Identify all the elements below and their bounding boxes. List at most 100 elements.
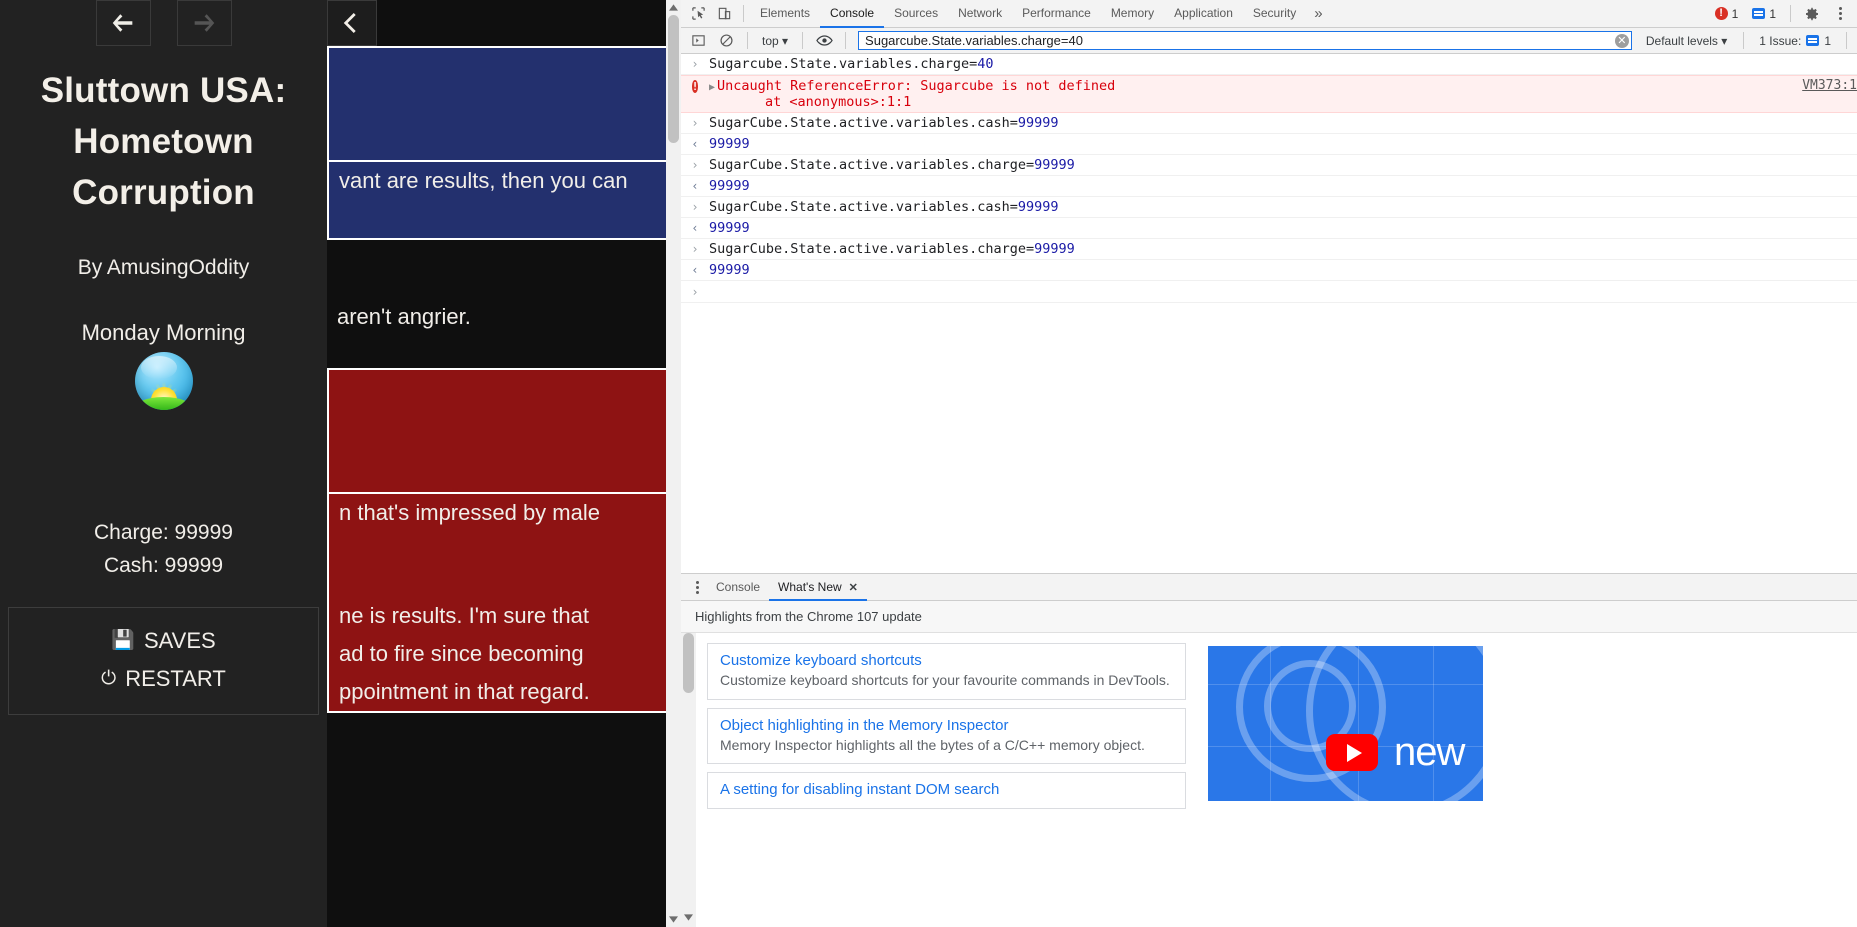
console-result-line[interactable]: ‹ 99999 [681, 134, 1857, 155]
passage-red-line-1: n that's impressed by male [339, 499, 600, 525]
devtools-tabbar: Elements Console Sources Network Perform… [681, 0, 1857, 28]
line-text: SugarCube.State.active.variables.charge=… [709, 241, 1075, 257]
passage-red-line-2: ne is results. I'm sure that [339, 603, 589, 629]
clear-console-icon[interactable] [713, 28, 739, 54]
video-thumb[interactable]: new [1208, 646, 1483, 801]
line-marker: › [691, 116, 699, 130]
drawer-scroll-down-arrow[interactable] [681, 910, 696, 925]
drawer-scrollbar-thumb[interactable] [683, 633, 694, 693]
error-counter[interactable]: ! 1 [1709, 5, 1745, 23]
console-filter-input[interactable] [865, 33, 1615, 48]
result-marker: ‹ [691, 221, 699, 235]
arrow-right-icon [194, 14, 215, 32]
tab-performance[interactable]: Performance [1012, 0, 1101, 28]
tab-console[interactable]: Console [820, 0, 884, 28]
scroll-down-arrow[interactable] [666, 912, 681, 927]
card-description: Memory Inspector highlights all the byte… [720, 736, 1145, 753]
toolbar-divider [743, 5, 744, 22]
devtools-drawer: Console What's New ✕ Highlights from the… [681, 573, 1857, 927]
inspect-element-icon[interactable] [685, 1, 711, 27]
console-result-line[interactable]: ‹ 99999 [681, 260, 1857, 281]
history-back-button[interactable] [95, 0, 151, 46]
line-text: Sugarcube.State.variables.charge=40 [709, 56, 994, 72]
tab-sources[interactable]: Sources [884, 0, 948, 28]
passage-red-box: n that's impressed by male ne is results… [327, 367, 681, 713]
whats-new-card[interactable]: Object highlighting in the Memory Inspec… [707, 707, 1186, 765]
time-of-day-icon-wrap [0, 352, 327, 415]
log-levels-selector[interactable]: Default levels ▾ [1638, 34, 1735, 48]
console-result-line[interactable]: ‹ 99999 [681, 218, 1857, 239]
story-title: Sluttown USA: Hometown Corruption [40, 71, 287, 212]
scrollbar-thumb[interactable] [668, 15, 679, 143]
page-scrollbar[interactable] [666, 0, 681, 927]
arrow-left-icon [112, 14, 133, 32]
console-line[interactable]: › SugarCube.State.active.variables.cash=… [681, 197, 1857, 218]
console-divider-4 [1743, 32, 1745, 49]
card-title[interactable]: Object highlighting in the Memory Inspec… [720, 715, 1173, 736]
error-text: ▶ Uncaught ReferenceError: Sugarcube is n… [709, 78, 1116, 110]
more-tabs-button[interactable]: » [1306, 5, 1330, 22]
scroll-up-arrow[interactable] [666, 0, 681, 15]
story-subtitle: Monday Morning [81, 320, 246, 346]
sidebar-toggle-button[interactable] [327, 0, 377, 46]
whats-new-card[interactable]: Customize keyboard shortcuts Customize k… [707, 643, 1186, 700]
drawer-tab-console[interactable]: Console [707, 574, 769, 601]
card-description: Customize keyboard shortcuts for your fa… [720, 672, 1170, 688]
tab-network[interactable]: Network [948, 0, 1012, 28]
sunrise-icon [134, 352, 193, 411]
error-gutter: ! [681, 78, 709, 94]
live-expression-icon[interactable] [811, 28, 837, 54]
message-icon [1752, 8, 1766, 19]
line-marker: › [691, 158, 699, 172]
line-text: SugarCube.State.active.variables.cash=99… [709, 115, 1059, 131]
card-title[interactable]: Customize keyboard shortcuts [720, 650, 1173, 671]
close-tab-icon[interactable]: ✕ [849, 581, 858, 594]
error-source-link[interactable]: VM373:1 [1802, 78, 1857, 93]
console-result-line[interactable]: ‹ 99999 [681, 176, 1857, 197]
video-caption: new [1394, 730, 1465, 774]
issues-button[interactable]: 1 Issue: 1 [1752, 31, 1838, 51]
device-toolbar-icon[interactable] [711, 1, 737, 27]
tab-security[interactable]: Security [1243, 0, 1306, 28]
execution-context-label: top [762, 33, 779, 48]
expand-triangle-icon[interactable]: ▶ [709, 82, 715, 93]
tab-application[interactable]: Application [1164, 0, 1243, 28]
drawer-more-icon[interactable] [687, 580, 707, 594]
drawer-tabbar: Console What's New ✕ [681, 574, 1857, 601]
console-line[interactable]: › SugarCube.State.active.variables.charg… [681, 155, 1857, 176]
stat-charge: Charge: 99999 [94, 521, 233, 545]
console-output[interactable]: › Sugarcube.State.variables.charge=40 ! … [681, 54, 1857, 573]
line-marker: › [691, 242, 699, 256]
whats-new-body: Customize keyboard shortcuts Customize k… [681, 633, 1857, 927]
youtube-play-icon[interactable] [1326, 734, 1378, 771]
kebab-dots-icon [1830, 7, 1850, 20]
tab-elements[interactable]: Elements [750, 0, 820, 28]
drawer-scrollbar[interactable] [681, 633, 696, 927]
whats-new-card[interactable]: A setting for disabling instant DOM sear… [707, 772, 1186, 810]
execution-context-selector[interactable]: top ▾ [756, 34, 794, 48]
tab-memory[interactable]: Memory [1101, 0, 1164, 28]
gear-icon[interactable] [1799, 1, 1825, 27]
console-line[interactable]: › SugarCube.State.active.variables.cash=… [681, 113, 1857, 134]
passage-plain-text: aren't angrier. [337, 303, 471, 329]
restart-button[interactable]: ⏻ RESTART [9, 660, 318, 698]
passage-blue-box: vant are results, then you can [327, 46, 681, 240]
console-line[interactable]: › SugarCube.State.active.variables.charg… [681, 239, 1857, 260]
console-sidebar-icon[interactable] [685, 28, 711, 54]
console-error-line[interactable]: ! ▶ Uncaught ReferenceError: Sugarcube is… [681, 75, 1857, 113]
line-value: 99999 [1034, 157, 1075, 173]
game-sidebar: Sluttown USA: Hometown Corruption By Amu… [0, 0, 327, 927]
console-filter-box[interactable]: ✕ [858, 31, 1632, 50]
message-counter[interactable]: 1 [1746, 5, 1782, 23]
result-text: 99999 [709, 136, 750, 152]
more-options-icon[interactable] [1827, 1, 1853, 27]
clear-input-icon[interactable]: ✕ [1614, 33, 1629, 48]
card-title[interactable]: A setting for disabling instant DOM sear… [720, 779, 1173, 800]
saves-button[interactable]: 💾 SAVES [9, 622, 318, 660]
console-line[interactable]: › Sugarcube.State.variables.charge=40 [681, 54, 1857, 75]
whats-new-video-thumbnail[interactable]: new [1208, 646, 1483, 801]
line-text: SugarCube.State.active.variables.cash=99… [709, 199, 1059, 215]
drawer-tab-whats-new[interactable]: What's New ✕ [769, 574, 867, 601]
console-prompt[interactable]: › [681, 281, 1857, 303]
history-forward-button[interactable] [176, 0, 232, 46]
